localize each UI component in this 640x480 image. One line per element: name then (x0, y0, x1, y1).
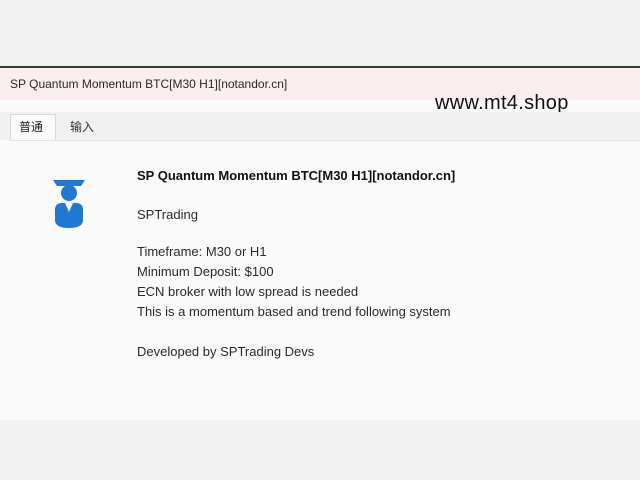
description-timeframe: Timeframe: M30 or H1 (137, 244, 267, 259)
window-title: SP Quantum Momentum BTC[M30 H1][notandor… (10, 77, 288, 91)
expert-author: SPTrading (137, 207, 198, 222)
description-broker: ECN broker with low spread is needed (137, 284, 359, 299)
desktop-background-top (0, 0, 640, 66)
window-bottom-area (0, 420, 640, 480)
expert-advisor-icon (50, 176, 88, 232)
description-deposit: Minimum Deposit: $100 (137, 264, 274, 279)
expert-name: SP Quantum Momentum BTC[M30 H1][notandor… (137, 168, 456, 183)
tab-general[interactable]: 普通 (10, 114, 56, 141)
tab-inputs[interactable]: 输入 (62, 115, 112, 139)
developer-credit: Developed by SPTrading Devs (137, 344, 315, 359)
description-strategy: This is a momentum based and trend follo… (137, 304, 451, 319)
